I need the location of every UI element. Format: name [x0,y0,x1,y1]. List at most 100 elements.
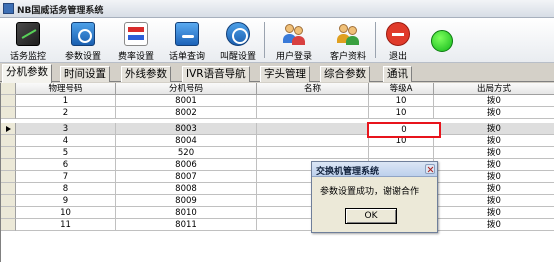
table-cell[interactable]: 拨0 [434,207,554,219]
row-indicator[interactable] [1,123,16,135]
title-bar: NB国威话务管理系统 [0,0,554,18]
tab-prefix-management[interactable]: 字头管理 [260,66,310,82]
exit-label: 退出 [388,52,407,62]
table-cell[interactable]: 8008 [116,183,257,195]
table-cell[interactable]: 7 [16,171,116,183]
rate-icon [124,22,148,46]
column-header[interactable]: 物理号码 [16,83,116,95]
table-row[interactable]: 38003 0拨0 [1,123,554,135]
table-cell[interactable]: 拨0 [434,107,554,119]
extension-table: 物理号码 分机号码 名称 等级A 出局方式 1 8001 10 拨0 2 8002 10 拨0… [0,83,554,262]
table-row[interactable]: 7 8007 拨0 [1,171,554,183]
table-cell[interactable]: 8001 [116,95,257,107]
table-cell[interactable]: 8006 [116,159,257,171]
table-cell[interactable] [257,135,369,147]
table-cell[interactable]: 10 [16,207,116,219]
table-cell[interactable]: 8002 [116,107,257,119]
exit-button[interactable]: 退出 [373,20,423,62]
user-login-label: 用户登录 [275,52,312,62]
column-header[interactable]: 分机号码 [116,83,257,95]
table-cell[interactable]: 拨0 [434,95,554,107]
grade-edit-cell[interactable]: 0 [367,122,441,138]
ok-button[interactable]: OK [345,208,397,224]
customer-icon [336,22,360,46]
table-cell[interactable] [257,123,369,135]
row-indicator[interactable] [1,95,16,107]
table-cell[interactable]: 8007 [116,171,257,183]
close-icon[interactable] [425,164,435,174]
table-cell[interactable]: 4 [16,135,116,147]
table-cell[interactable]: 3 [16,123,116,135]
tab-ivr-navigation[interactable]: IVR语音导航 [182,66,250,82]
table-cell[interactable]: 1 [16,95,116,107]
tab-trunk-params[interactable]: 外线参数 [121,66,171,82]
rate-settings-button[interactable]: 费率设置 [111,20,161,62]
customer-info-button[interactable]: 客户资料 [323,20,373,62]
row-indicator[interactable] [1,219,16,231]
table-row[interactable]: 5 520 拨0 [1,147,554,159]
table-cell[interactable]: 11 [16,219,116,231]
table-cell[interactable]: 拨0 [434,147,554,159]
table-row[interactable]: 11801110拨0 [1,219,554,231]
table-cell[interactable] [369,147,434,159]
row-indicator[interactable] [1,171,16,183]
dialog-title-bar: 交换机管理系统 [312,162,437,177]
table-row[interactable]: 2 8002 10 拨0 [1,107,554,119]
table-row[interactable]: 1 8001 10 拨0 [1,95,554,107]
column-header[interactable]: 出局方式 [434,83,554,95]
table-cell[interactable]: 拨0 [434,159,554,171]
table-cell[interactable]: 8011 [116,219,257,231]
table-cell[interactable]: 8009 [116,195,257,207]
column-header[interactable]: 名称 [257,83,369,95]
row-indicator[interactable] [1,195,16,207]
table-cell[interactable] [257,95,369,107]
table-cell[interactable]: 9 [16,195,116,207]
table-row[interactable]: 4 8004 10 拨0 [1,135,554,147]
call-record-query-button[interactable]: 话单查询 [162,20,212,62]
user-login-button[interactable]: 用户登录 [269,20,319,62]
call-record-query-label: 话单查询 [168,52,205,62]
table-cell[interactable]: 8003 [116,123,257,135]
table-cell[interactable]: 520 [116,147,257,159]
column-header[interactable]: 等级A [369,83,434,95]
table-cell[interactable]: 拨0 [434,195,554,207]
table-cell[interactable]: 10 [369,95,434,107]
row-indicator[interactable] [1,207,16,219]
grade-edit-value[interactable]: 0 [369,124,439,136]
table-cell[interactable]: 2 [16,107,116,119]
table-cell[interactable]: 8 [16,183,116,195]
table-cell[interactable]: 拨0 [434,219,554,231]
table-cell[interactable]: 拨0 [434,123,554,135]
tab-time-settings[interactable]: 时间设置 [60,66,110,82]
row-indicator[interactable] [1,135,16,147]
table-row[interactable]: 10 8010 拨0 [1,207,554,219]
row-indicator[interactable] [1,147,16,159]
table-cell[interactable]: 拨0 [434,171,554,183]
wakeup-settings-button[interactable]: 叫醒设置 [213,20,263,62]
table-cell[interactable]: 10 [369,107,434,119]
table-row[interactable]: 8 8008 拨0 [1,183,554,195]
table-cell[interactable]: 8004 [116,135,257,147]
query-icon [175,22,199,46]
tab-general-params[interactable]: 综合参数 [320,66,370,82]
tab-extension-params[interactable]: 分机参数 [2,64,52,83]
traffic-monitor-button[interactable]: 话务监控 [3,20,53,62]
table-row[interactable]: 6 8006 拨0 [1,159,554,171]
table-cell[interactable] [257,107,369,119]
row-indicator[interactable] [1,159,16,171]
app-icon [3,3,14,14]
table-row[interactable]: 9 8009 拨0 [1,195,554,207]
row-indicator[interactable] [1,107,16,119]
table-cell[interactable] [257,147,369,159]
monitor-icon [16,22,40,46]
parameter-settings-button[interactable]: 参数设置 [58,20,108,62]
table-cell[interactable]: 6 [16,159,116,171]
tab-communication[interactable]: 通讯 [383,66,412,82]
row-indicator[interactable] [1,183,16,195]
settings-icon [71,22,95,46]
table-cell[interactable]: 8010 [116,207,257,219]
user-login-icon [282,22,306,46]
table-cell[interactable]: 拨0 [434,183,554,195]
table-cell[interactable]: 拨0 [434,135,554,147]
table-cell[interactable]: 5 [16,147,116,159]
